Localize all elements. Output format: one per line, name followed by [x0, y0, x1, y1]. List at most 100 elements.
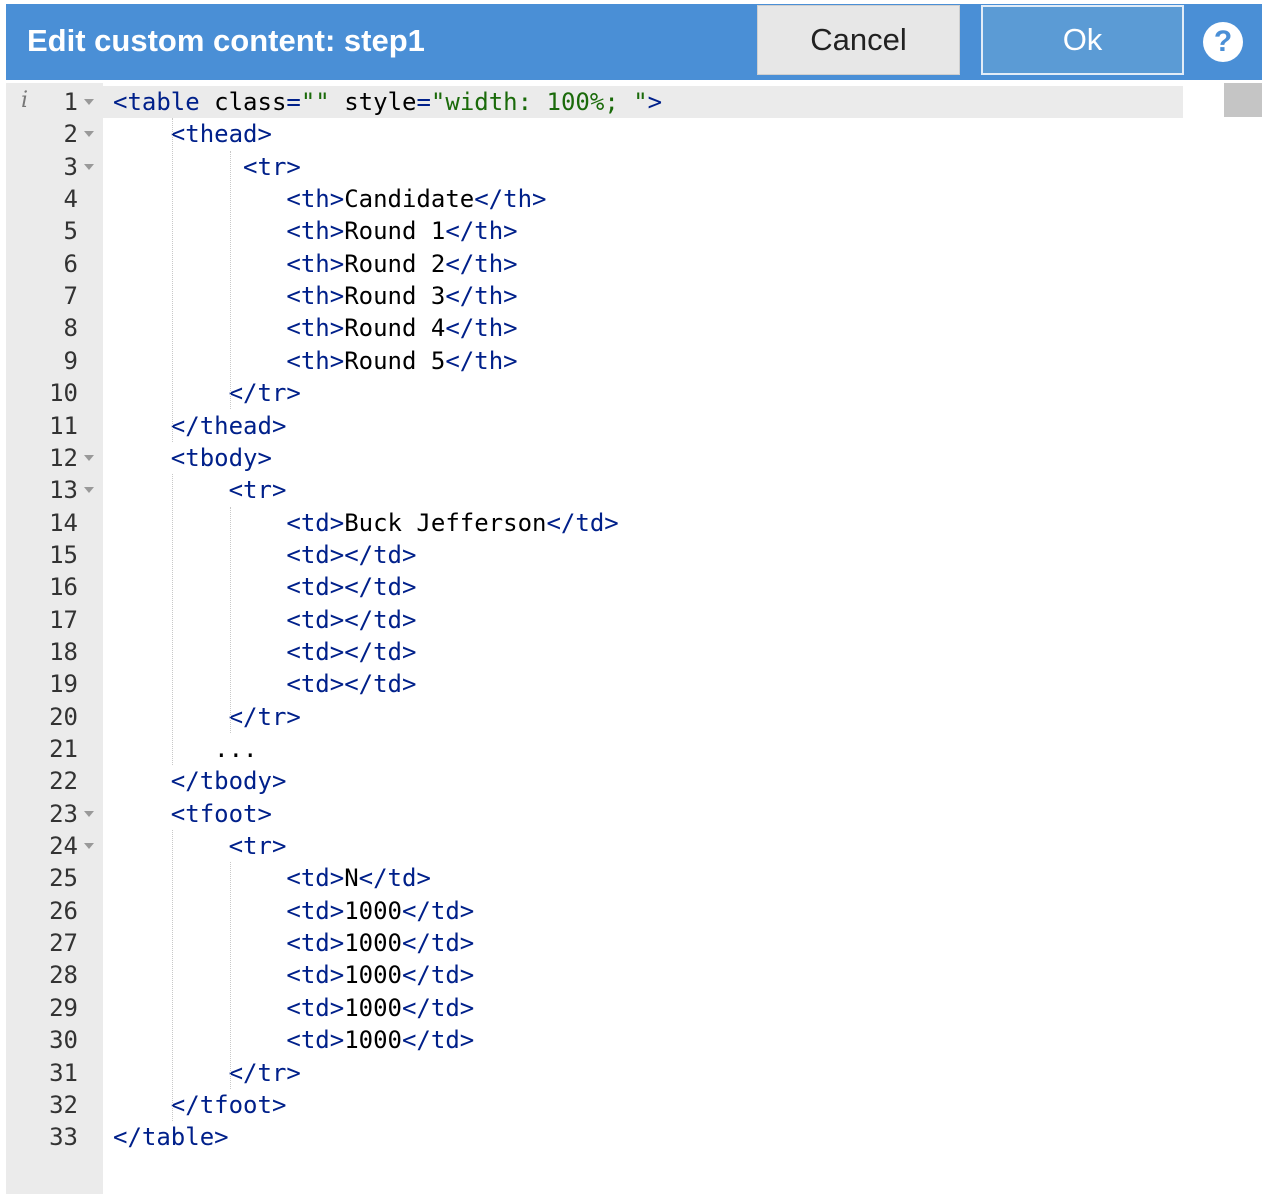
- code-text-token: Round 2: [344, 249, 446, 278]
- code-line[interactable]: 9 <th>Round 5</th>: [6, 345, 1183, 377]
- fold-arrow-icon[interactable]: [84, 810, 94, 817]
- help-icon[interactable]: ?: [1203, 22, 1243, 62]
- fold-arrow-icon[interactable]: [84, 454, 94, 461]
- code-line[interactable]: 18 <td></td>: [6, 636, 1183, 668]
- line-number: 9: [63, 346, 78, 375]
- code-tag-token: </tbody>: [170, 767, 287, 796]
- code-text: <th>Round 5</th>: [286, 345, 517, 377]
- ok-button[interactable]: Ok: [981, 5, 1184, 75]
- scrollbar-thumb[interactable]: [1224, 83, 1262, 117]
- code-line[interactable]: 10 </tr>: [6, 377, 1183, 409]
- line-number: 24: [49, 832, 78, 861]
- code-tag-token: </th>: [445, 282, 518, 311]
- code-line[interactable]: 1 <table class="" style="width: 100%; ">: [6, 86, 1183, 118]
- code-text: <th>Round 1</th>: [286, 215, 517, 247]
- indent-guide: [171, 830, 173, 1122]
- code-text: <td></td>: [286, 604, 416, 636]
- code-tag-token: =: [416, 88, 431, 116]
- code-tag-token: =: [286, 88, 301, 116]
- code-text-token: 1000: [344, 1026, 402, 1055]
- code-tag-token: <td></td>: [286, 605, 417, 634]
- code-line[interactable]: 23 <tfoot>: [6, 798, 1183, 830]
- code-tag-token: </thead>: [170, 411, 287, 440]
- line-number: 1: [63, 88, 78, 116]
- code-line[interactable]: 20 </tr>: [6, 701, 1183, 733]
- code-line[interactable]: 32 </tfoot>: [6, 1089, 1183, 1121]
- code-line[interactable]: 6 <th>Round 2</th>: [6, 248, 1183, 280]
- code-line[interactable]: 15 <td></td>: [6, 539, 1183, 571]
- code-text-token: ...: [214, 735, 258, 763]
- code-line[interactable]: 16 <td></td>: [6, 571, 1183, 603]
- code-text-token: Round 5: [344, 346, 446, 375]
- code-line[interactable]: 21...: [6, 733, 1183, 765]
- fold-arrow-icon[interactable]: [84, 99, 94, 105]
- fold-arrow-icon[interactable]: [84, 163, 94, 170]
- code-text: </tr>: [229, 701, 301, 733]
- code-tag-token: <tr>: [228, 476, 287, 505]
- code-tag-token: </th>: [445, 217, 518, 246]
- code-tag-token: <td>: [286, 993, 345, 1022]
- line-number: 31: [49, 1058, 78, 1087]
- fold-arrow-icon[interactable]: [84, 131, 94, 138]
- code-tag-token: </th>: [474, 185, 547, 214]
- code-tag-token: </tr>: [228, 379, 301, 408]
- code-text: </table>: [113, 1121, 229, 1153]
- line-number: 20: [49, 702, 78, 731]
- code-line[interactable]: 13 <tr>: [6, 474, 1183, 506]
- code-text: </tbody>: [171, 765, 287, 797]
- line-number: 7: [63, 282, 78, 311]
- line-number: 4: [63, 185, 78, 214]
- code-tag-token: <th>: [286, 217, 345, 246]
- line-number: 25: [49, 864, 78, 893]
- code-line[interactable]: 14 <td>Buck Jefferson</td>: [6, 507, 1183, 539]
- code-line[interactable]: 33 </table>: [6, 1121, 1183, 1153]
- line-number: 30: [49, 1026, 78, 1055]
- code-text: <th>Candidate</th>: [286, 183, 546, 215]
- code-text-token: class: [214, 88, 287, 116]
- code-line[interactable]: 31 </tr>: [6, 1057, 1183, 1089]
- code-line[interactable]: 2 <thead>: [6, 118, 1183, 150]
- dialog-header: Edit custom content: step1 Cancel Ok ?: [6, 4, 1262, 80]
- code-text: </tfoot>: [171, 1089, 287, 1121]
- code-line[interactable]: 27 <td>1000</td>: [6, 927, 1183, 959]
- code-text: <td></td>: [286, 636, 416, 668]
- code-text: <tfoot>: [171, 798, 272, 830]
- code-line[interactable]: 29 <td>1000</td>: [6, 992, 1183, 1024]
- code-tag-token: <td>: [286, 929, 345, 958]
- edit-content-dialog: Edit custom content: step1 Cancel Ok ? i…: [6, 4, 1262, 1194]
- fold-arrow-icon[interactable]: [84, 843, 94, 850]
- code-text: </thead>: [171, 410, 287, 442]
- code-line[interactable]: 4 <th>Candidate</th>: [6, 183, 1183, 215]
- code-tag-token: <td>: [286, 508, 345, 537]
- code-line[interactable]: 12 <tbody>: [6, 442, 1183, 474]
- code-text: <td></td>: [286, 571, 416, 603]
- code-editor[interactable]: i 1 <table class="" style="width: 100%; "…: [6, 83, 1262, 1194]
- code-line[interactable]: 22 </tbody>: [6, 765, 1183, 797]
- code-text-token: Round 1: [344, 217, 446, 246]
- code-line[interactable]: 5 <th>Round 1</th>: [6, 215, 1183, 247]
- code-tag-token: <th>: [286, 249, 345, 278]
- code-line[interactable]: 25 <td>N</td>: [6, 862, 1183, 894]
- code-line[interactable]: 28 <td>1000</td>: [6, 959, 1183, 991]
- code-line[interactable]: 8 <th>Round 4</th>: [6, 312, 1183, 344]
- line-number: 21: [49, 735, 78, 763]
- code-line[interactable]: 24 <tr>: [6, 830, 1183, 862]
- code-line[interactable]: 11 </thead>: [6, 410, 1183, 442]
- code-tag-token: <tr>: [228, 832, 287, 861]
- fold-arrow-icon[interactable]: [84, 487, 94, 494]
- code-line[interactable]: 17 <td></td>: [6, 604, 1183, 636]
- code-tag-token: <td></td>: [286, 637, 417, 666]
- code-line[interactable]: 3 <tr>: [6, 151, 1183, 183]
- code-text: ...: [214, 733, 257, 765]
- code-tag-token: </td>: [401, 961, 475, 990]
- line-number: 14: [49, 508, 78, 537]
- code-tag-token: </td>: [546, 508, 619, 537]
- code-line[interactable]: 26 <td>1000</td>: [6, 895, 1183, 927]
- code-text: <tr>: [243, 151, 301, 183]
- code-line[interactable]: 19 <td></td>: [6, 668, 1183, 700]
- indent-guide: [229, 506, 231, 733]
- code-line[interactable]: 30 <td>1000</td>: [6, 1024, 1183, 1056]
- code-string-token: "": [300, 88, 330, 116]
- code-line[interactable]: 7 <th>Round 3</th>: [6, 280, 1183, 312]
- cancel-button[interactable]: Cancel: [757, 5, 960, 75]
